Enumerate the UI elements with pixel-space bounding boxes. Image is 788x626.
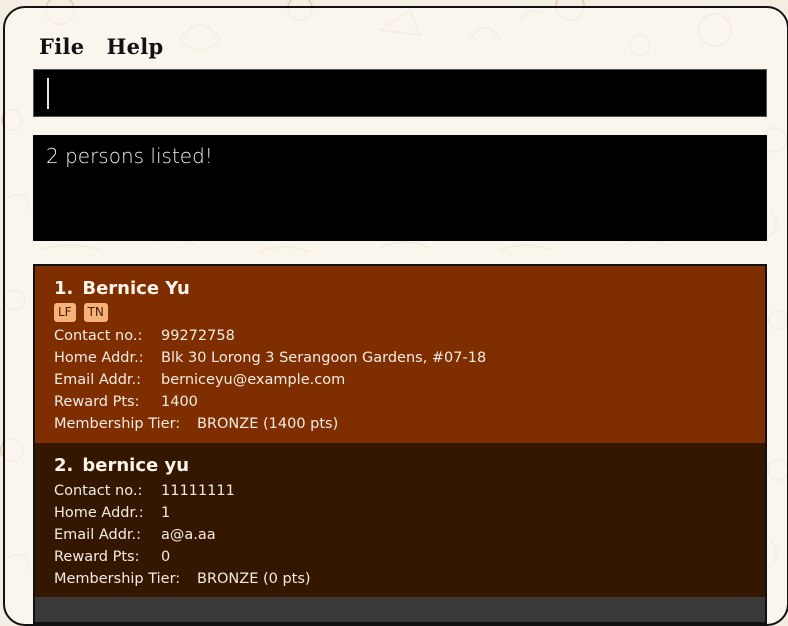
email-label: Email Addr.: <box>54 372 142 388</box>
email-row: Email Addr.: berniceyu@example.com <box>54 369 746 391</box>
text-caret <box>47 78 49 109</box>
result-message: 2 persons listed! <box>46 144 213 168</box>
command-input[interactable] <box>34 70 766 116</box>
tier-row: Membership Tier: BRONZE (0 pts) <box>54 568 746 590</box>
points-label: Reward Pts: <box>54 549 140 565</box>
person-name-line: 2. bernice yu <box>54 455 746 476</box>
menu-help[interactable]: Help <box>106 34 163 59</box>
email-label: Email Addr.: <box>54 527 142 543</box>
tag: LF <box>54 303 76 322</box>
address-value: Blk 30 Lorong 3 Serangoon Gardens, #07-1… <box>161 350 487 366</box>
person-index: 1. <box>54 278 74 299</box>
tier-value: BRONZE (1400 pts) <box>197 416 339 432</box>
person-name: bernice yu <box>82 455 190 476</box>
menu-bar: File Help <box>39 34 164 59</box>
email-value: berniceyu@example.com <box>161 372 346 388</box>
contact-value: 99272758 <box>161 328 235 344</box>
address-value: 1 <box>161 505 171 521</box>
tier-row: Membership Tier: BRONZE (1400 pts) <box>54 413 746 435</box>
contact-row: Contact no.: 99272758 <box>54 325 746 347</box>
person-name: Bernice Yu <box>82 278 190 299</box>
address-label: Home Addr.: <box>54 505 144 521</box>
address-row: Home Addr.: 1 <box>54 502 746 524</box>
tag-list: LF TN <box>54 303 746 322</box>
email-value: a@a.aa <box>161 527 216 543</box>
tag: TN <box>83 303 108 322</box>
contact-value: 11111111 <box>161 483 235 499</box>
points-row: Reward Pts: 0 <box>54 546 746 568</box>
result-display: 2 persons listed! <box>33 135 767 241</box>
points-row: Reward Pts: 1400 <box>54 391 746 413</box>
points-value: 0 <box>161 549 171 565</box>
email-row: Email Addr.: a@a.aa <box>54 524 746 546</box>
person-list[interactable]: 1. Bernice Yu LF TN Contact no.: 99272758… <box>33 264 767 624</box>
contact-label: Contact no.: <box>54 483 143 499</box>
person-card[interactable]: 1. Bernice Yu LF TN Contact no.: 99272758… <box>35 266 765 443</box>
command-box[interactable] <box>33 69 767 117</box>
app-window: File Help 2 persons listed! 1. Bernice Yu… <box>3 6 788 626</box>
tier-label: Membership Tier: <box>54 571 181 587</box>
address-row: Home Addr.: Blk 30 Lorong 3 Serangoon Ga… <box>54 347 746 369</box>
contact-label: Contact no.: <box>54 328 143 344</box>
person-index: 2. <box>54 455 74 476</box>
person-name-line: 1. Bernice Yu <box>54 278 746 299</box>
address-label: Home Addr.: <box>54 350 144 366</box>
person-card[interactable]: 2. bernice yu Contact no.: 11111111 Home … <box>35 443 765 597</box>
menu-file[interactable]: File <box>39 34 84 59</box>
points-label: Reward Pts: <box>54 394 140 410</box>
tier-label: Membership Tier: <box>54 416 181 432</box>
tier-value: BRONZE (0 pts) <box>197 571 311 587</box>
contact-row: Contact no.: 11111111 <box>54 480 746 502</box>
points-value: 1400 <box>161 394 198 410</box>
